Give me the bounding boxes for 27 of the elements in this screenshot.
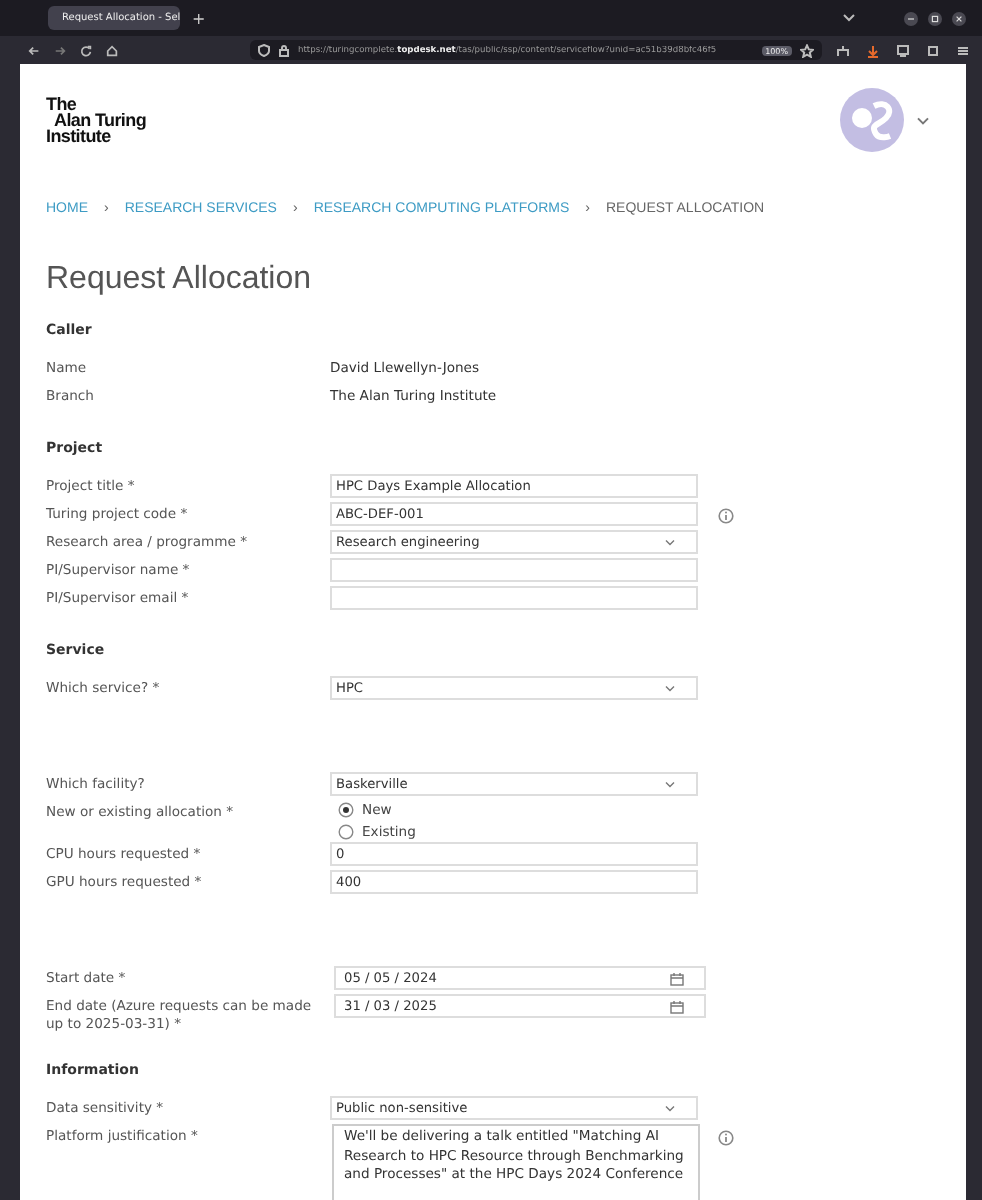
maximize-icon[interactable] (928, 11, 942, 25)
star-icon[interactable] (800, 43, 814, 57)
input-field[interactable] (330, 586, 698, 610)
radio-button[interactable] (338, 802, 354, 819)
close-icon[interactable] (952, 11, 966, 25)
chevron-down-icon (664, 684, 676, 692)
reload-icon[interactable] (80, 43, 93, 57)
chevron-down-icon (664, 538, 676, 546)
chevron-down-icon[interactable] (916, 115, 930, 125)
chevron-down-icon (664, 780, 676, 788)
forward-icon[interactable] (54, 43, 67, 57)
chevron-down-icon (664, 1104, 676, 1112)
chevron-down-icon[interactable] (842, 12, 856, 24)
radio-button[interactable] (338, 823, 354, 840)
shield-icon (258, 43, 270, 57)
page-title: Request Allocation (46, 262, 314, 300)
input-field[interactable] (330, 558, 698, 582)
logo[interactable]: The Alan Turing Institute (46, 96, 147, 144)
lock-icon (278, 43, 290, 57)
calendar-icon[interactable] (670, 999, 684, 1013)
new-tab-button[interactable]: + (192, 9, 206, 27)
calendar-icon[interactable] (670, 971, 684, 985)
home-icon[interactable] (106, 43, 119, 57)
download-icon[interactable] (866, 43, 880, 57)
minimize-icon[interactable] (904, 11, 918, 25)
menu-icon[interactable] (956, 43, 970, 57)
back-icon[interactable] (28, 43, 41, 57)
